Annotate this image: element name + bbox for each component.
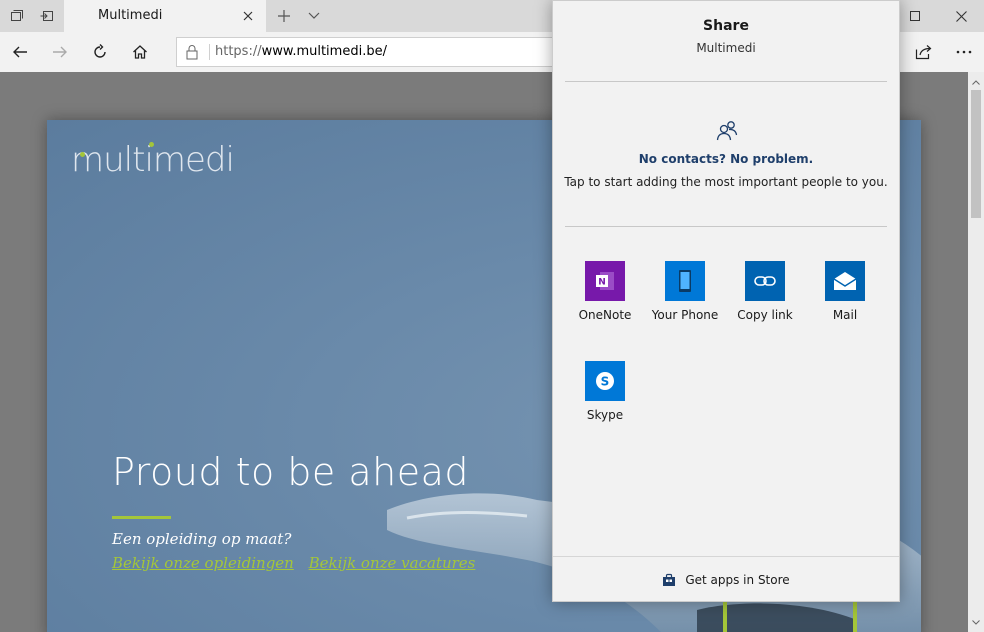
more-options-icon[interactable]: [948, 36, 980, 68]
scroll-down-icon[interactable]: [968, 614, 984, 630]
set-aside-tabs-icon[interactable]: [32, 0, 62, 32]
link-vacancies[interactable]: Bekijk onze vacatures: [309, 554, 476, 572]
decorative-bar: [853, 600, 857, 632]
contacts-icon[interactable]: [715, 119, 739, 143]
app-label: Skype: [586, 408, 624, 422]
divider: [565, 226, 887, 227]
scroll-thumb[interactable]: [971, 90, 981, 218]
link-icon: [745, 261, 785, 301]
contacts-heading[interactable]: No contacts? No problem.: [553, 152, 899, 166]
share-app-skype[interactable]: S Skype: [565, 361, 645, 441]
share-icon[interactable]: [908, 36, 940, 68]
logo-dot: [149, 142, 154, 147]
skype-icon: S: [585, 361, 625, 401]
close-icon[interactable]: [238, 6, 258, 26]
share-title: Share: [703, 18, 749, 34]
refresh-icon[interactable]: [84, 36, 116, 68]
scroll-up-icon[interactable]: [968, 74, 984, 90]
store-bag-icon: [662, 573, 676, 587]
address-bar[interactable]: https://www.multimedi.be/: [176, 37, 596, 67]
divider: [565, 81, 887, 82]
tab-title: Multimedi: [98, 8, 163, 23]
app-label: Copy link: [737, 308, 793, 322]
get-apps-in-store-button[interactable]: Get apps in Store: [553, 568, 899, 592]
chevron-down-icon[interactable]: [302, 4, 326, 28]
close-window-icon[interactable]: [940, 0, 982, 32]
contacts-description: Tap to start adding the most important p…: [564, 175, 888, 189]
onenote-icon: N: [585, 261, 625, 301]
svg-text:N: N: [598, 278, 606, 288]
logo-dot: [80, 152, 85, 157]
home-icon[interactable]: [124, 36, 156, 68]
new-tab-icon[interactable]: [272, 4, 296, 28]
url-scheme: https://: [215, 44, 262, 59]
vertical-scrollbar[interactable]: [968, 72, 984, 632]
decorative-bar: [723, 600, 727, 632]
tab-multimedi[interactable]: Multimedi: [64, 0, 266, 33]
app-label: Your Phone: [651, 308, 719, 322]
forward-arrow-icon[interactable]: [44, 36, 76, 68]
address-separator: [209, 44, 210, 60]
url-text: https://www.multimedi.be/: [215, 44, 387, 59]
mail-icon: [825, 261, 865, 301]
url-host: www.multimedi.be/: [261, 44, 387, 59]
lock-icon[interactable]: [185, 44, 201, 60]
hero-subline: Een opleiding op maat?: [112, 530, 292, 548]
share-app-onenote[interactable]: N OneNote: [565, 261, 645, 341]
share-app-your-phone[interactable]: Your Phone: [645, 261, 725, 341]
svg-text:S: S: [601, 375, 610, 389]
hero-links: Bekijk onze opleidingen Bekijk onze vaca…: [112, 554, 485, 572]
share-subtitle: Multimedi: [696, 41, 756, 55]
phone-icon: [665, 261, 705, 301]
app-label: OneNote: [578, 308, 632, 322]
accent-line: [112, 516, 171, 519]
app-label: Mail: [832, 308, 858, 322]
tab-preview-icon[interactable]: [2, 0, 32, 32]
back-arrow-icon[interactable]: [4, 36, 36, 68]
share-app-copy-link[interactable]: Copy link: [725, 261, 805, 341]
store-label: Get apps in Store: [685, 573, 790, 587]
share-panel: Share Multimedi No contacts? No problem.…: [552, 0, 900, 602]
link-trainings[interactable]: Bekijk onze opleidingen: [112, 554, 294, 572]
share-app-mail[interactable]: Mail: [805, 261, 885, 341]
footer-divider: [553, 556, 899, 557]
maximize-icon[interactable]: [894, 0, 936, 32]
hero-headline: Proud to be ahead: [112, 450, 470, 494]
